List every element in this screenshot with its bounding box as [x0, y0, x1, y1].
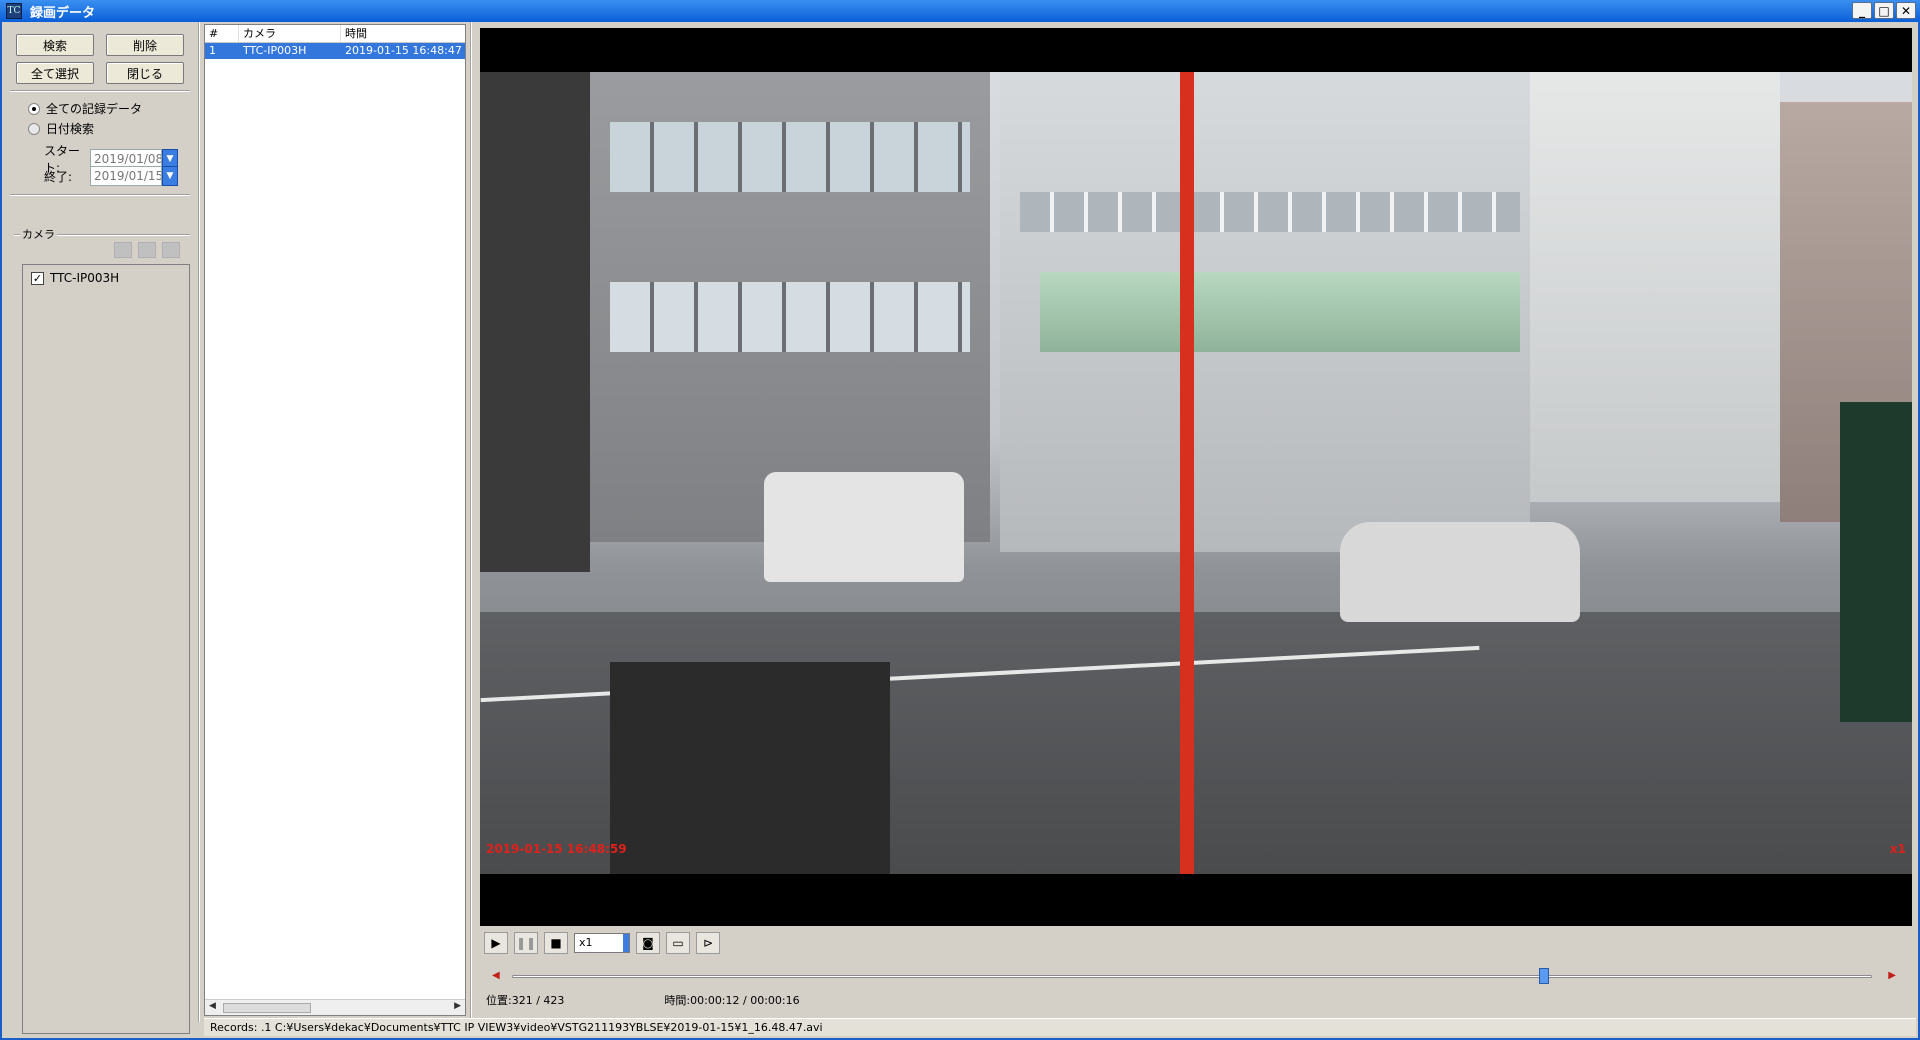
snapshot-camera-icon[interactable]: ◙ [636, 932, 660, 954]
column-header-time[interactable]: 時間 [341, 25, 465, 42]
time-label: 時間:00:00:12 / 00:00:16 [664, 994, 800, 1007]
calendar-dropdown-icon[interactable]: ▼ [162, 166, 178, 186]
pause-icon[interactable]: ❚❚ [514, 932, 538, 954]
all-records-label: 全ての記録データ [46, 102, 143, 116]
playback-controls: ▶ ❚❚ ■ x1 ◙ ▭ ⊳ [484, 930, 720, 956]
seek-bar[interactable]: ◀ ▶ [488, 968, 1908, 984]
radio-on-icon [28, 102, 40, 115]
table-row[interactable]: 1 TTC-IP003H 2019-01-15 16:48:47 [205, 43, 465, 59]
radio-all-records[interactable]: 全ての記録データ [28, 100, 142, 117]
row-camera: TTC-IP003H [243, 44, 307, 57]
window-title: 録画データ [30, 5, 96, 21]
position-info: 位置:321 / 423 時間:00:00:12 / 00:00:16 [486, 992, 800, 1008]
row-num: 1 [209, 44, 216, 57]
title-bar: TC 録画データ _ □ ✕ [0, 0, 1920, 22]
close-button[interactable]: 閉じる [106, 62, 184, 84]
seek-back-icon[interactable]: ◀ [492, 970, 500, 981]
video-osd-timestamp: 2019-01-15 16:48:59 [486, 842, 627, 856]
red-pole [1180, 72, 1194, 874]
app-icon: TC [6, 3, 22, 19]
window-band [610, 122, 970, 192]
delete-button[interactable]: 削除 [106, 34, 184, 56]
maximize-icon[interactable]: □ [1874, 2, 1894, 19]
building [1530, 72, 1780, 502]
divider [10, 90, 190, 92]
window-controls: _ □ ✕ [1852, 2, 1916, 19]
speed-value: x1 [579, 936, 593, 949]
window-band [610, 282, 970, 352]
close-icon[interactable]: ✕ [1896, 2, 1916, 19]
select-all-button[interactable]: 全て選択 [16, 62, 94, 84]
monitor-icon[interactable]: ▭ [666, 932, 690, 954]
radio-off-icon [28, 122, 40, 135]
horizontal-scrollbar[interactable]: ◀ ▶ [205, 999, 465, 1015]
records-header: # カメラ 時間 [205, 25, 465, 43]
camera-tool-button[interactable] [162, 242, 180, 258]
checkbox-checked-icon[interactable]: ✓ [31, 271, 44, 285]
glass-facade [1040, 272, 1520, 352]
camera-tool-button[interactable] [138, 242, 156, 258]
bus-shelter [1840, 402, 1912, 722]
seek-forward-icon[interactable]: ▶ [1888, 970, 1896, 981]
camera-item[interactable]: ✓ TTC-IP003H [31, 271, 119, 285]
seek-thumb[interactable] [1539, 968, 1550, 984]
column-header-camera[interactable]: カメラ [239, 25, 341, 42]
camera-item-label: TTC-IP003H [50, 271, 120, 285]
stop-icon[interactable]: ■ [544, 932, 568, 954]
utility-box [610, 662, 890, 874]
minimize-icon[interactable]: _ [1852, 2, 1872, 19]
end-label: 終了: [44, 169, 73, 184]
van [764, 472, 964, 582]
divider [10, 194, 190, 196]
scroll-right-icon[interactable]: ▶ [454, 1001, 461, 1011]
search-button[interactable]: 検索 [16, 34, 94, 56]
scroll-left-icon[interactable]: ◀ [209, 1001, 216, 1011]
end-date-input[interactable]: 2019/01/15 [90, 166, 162, 186]
camera-tool-button[interactable] [114, 242, 132, 258]
spin-icon[interactable] [623, 934, 629, 952]
main-frame: 検索 削除 全て選択 閉じる 全ての記録データ 日付検索 スタート: 2019/… [0, 22, 1920, 1040]
search-panel: 検索 削除 全て選択 閉じる 全ての記録データ 日付検索 スタート: 2019/… [10, 28, 194, 1034]
date-search-label: 日付検索 [46, 122, 95, 136]
status-bar: Records: .1 C:¥Users¥dekac¥Documents¥TTC… [204, 1018, 1916, 1036]
window-band [1020, 192, 1520, 232]
splitter[interactable] [198, 22, 200, 1022]
position-label: 位置:321 / 423 [486, 994, 565, 1007]
video-image [480, 72, 1912, 874]
camera-list: ✓ TTC-IP003H [22, 264, 190, 1034]
speed-select[interactable]: x1 [574, 933, 630, 953]
video-panel: 2019-01-15 16:48:59 x1 ▶ ❚❚ ■ x1 ◙ ▭ ⊳ ◀… [478, 28, 1912, 1012]
records-list: # カメラ 時間 1 TTC-IP003H 2019-01-15 16:48:4… [204, 24, 466, 1016]
radio-date-search[interactable]: 日付検索 [28, 120, 94, 137]
end-date-row: 終了: 2019/01/15 ▼ [44, 166, 178, 186]
export-arrow-icon[interactable]: ⊳ [696, 932, 720, 954]
video-osd-speed: x1 [1889, 842, 1906, 856]
building [480, 72, 590, 572]
seek-track[interactable] [512, 975, 1872, 978]
column-header-num[interactable]: # [205, 25, 239, 42]
camera-group-label: カメラ [20, 226, 57, 242]
splitter[interactable] [470, 22, 472, 1022]
play-icon[interactable]: ▶ [484, 932, 508, 954]
row-time: 2019-01-15 16:48:47 [345, 44, 462, 57]
scroll-thumb[interactable] [223, 1003, 311, 1013]
car [1340, 522, 1580, 622]
